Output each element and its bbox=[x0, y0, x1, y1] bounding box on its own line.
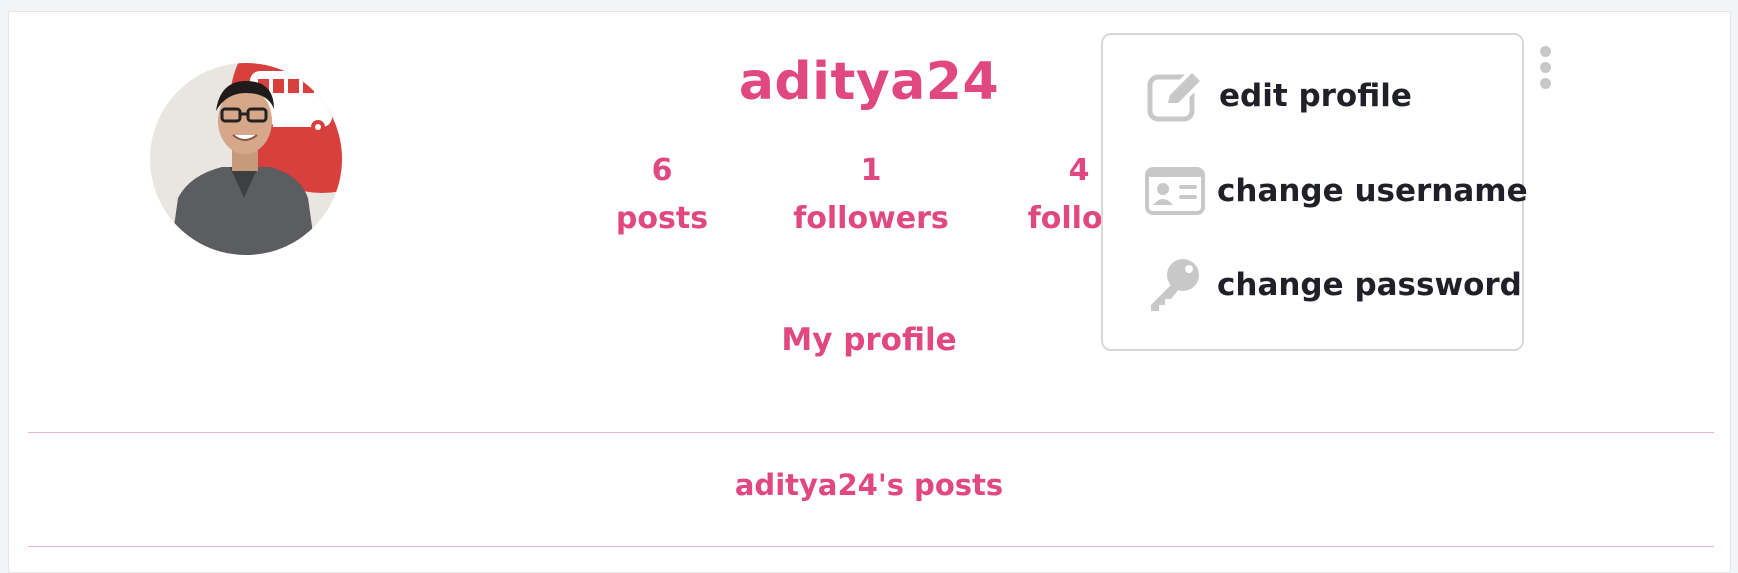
divider-bottom bbox=[28, 546, 1714, 547]
posts-heading: aditya24's posts bbox=[734, 468, 1004, 502]
menu-item-change-password[interactable]: change password bbox=[1145, 250, 1522, 320]
stat-posts[interactable]: 6 posts bbox=[557, 150, 767, 246]
menu-item-change-username-label: change username bbox=[1217, 173, 1528, 209]
stat-followers[interactable]: 1 followers bbox=[766, 150, 976, 246]
kebab-dot bbox=[1540, 78, 1551, 89]
stat-posts-label: posts bbox=[615, 201, 709, 236]
edit-icon bbox=[1145, 66, 1205, 126]
stat-posts-count: 6 bbox=[651, 153, 673, 188]
menu-item-edit-profile[interactable]: edit profile bbox=[1145, 61, 1412, 131]
id-card-icon bbox=[1145, 161, 1205, 221]
menu-item-change-password-label: change password bbox=[1217, 267, 1522, 303]
stat-followers-count: 1 bbox=[860, 153, 882, 188]
more-options-icon[interactable] bbox=[1535, 46, 1555, 98]
stat-followers-label: followers bbox=[793, 201, 949, 236]
kebab-dot bbox=[1540, 46, 1551, 57]
menu-item-edit-profile-label: edit profile bbox=[1219, 78, 1412, 114]
profile-options-menu: edit profile change username change pass… bbox=[1101, 33, 1528, 351]
kebab-dot bbox=[1540, 62, 1551, 73]
divider-top bbox=[28, 432, 1714, 433]
menu-item-change-username[interactable]: change username bbox=[1145, 156, 1528, 226]
key-icon bbox=[1145, 255, 1205, 315]
